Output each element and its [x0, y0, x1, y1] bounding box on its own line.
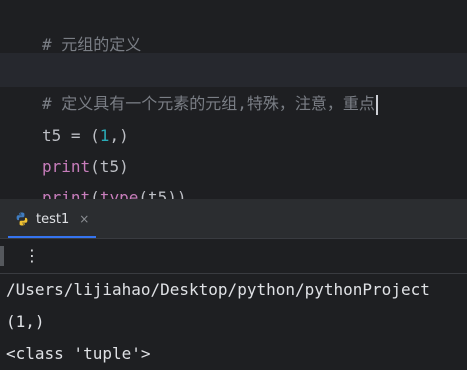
run-tab-bar: test1 ×: [0, 200, 467, 239]
active-tab-indicator: [8, 236, 96, 238]
console-output-line: /Users/lijiahao/Desktop/python/pythonPro…: [6, 280, 430, 299]
tool-stripe: [0, 246, 4, 266]
run-toolbar: ⋮: [0, 239, 467, 274]
code-line-comment-1[interactable]: # 元组的定义: [0, 0, 467, 54]
close-icon[interactable]: ×: [79, 212, 89, 226]
code-line-print-1[interactable]: print(t5): [0, 116, 467, 176]
code-line-assign[interactable]: t5 = (1,): [0, 85, 467, 145]
run-panel: test1 × ⋮ /Users/lijiahao/Desktop/python…: [0, 199, 467, 370]
code-line-print-2[interactable]: print(type(t5)): [0, 147, 467, 199]
python-icon: [16, 212, 28, 226]
console-output-line: <class 'tuple'>: [6, 344, 151, 363]
run-tab-label: test1: [36, 211, 70, 227]
code-text: print(type(t5)): [42, 188, 187, 199]
run-tab-test1[interactable]: test1 ×: [14, 200, 89, 238]
console-output-line: (1,): [6, 312, 45, 331]
code-editor[interactable]: # 元组的定义 # 定义具有一个元素的元组,特殊，注意，重点 t5 = (1,)…: [0, 0, 467, 199]
more-options-icon[interactable]: ⋮: [24, 245, 40, 267]
code-line-comment-2[interactable]: # 定义具有一个元素的元组,特殊，注意，重点: [0, 53, 467, 115]
